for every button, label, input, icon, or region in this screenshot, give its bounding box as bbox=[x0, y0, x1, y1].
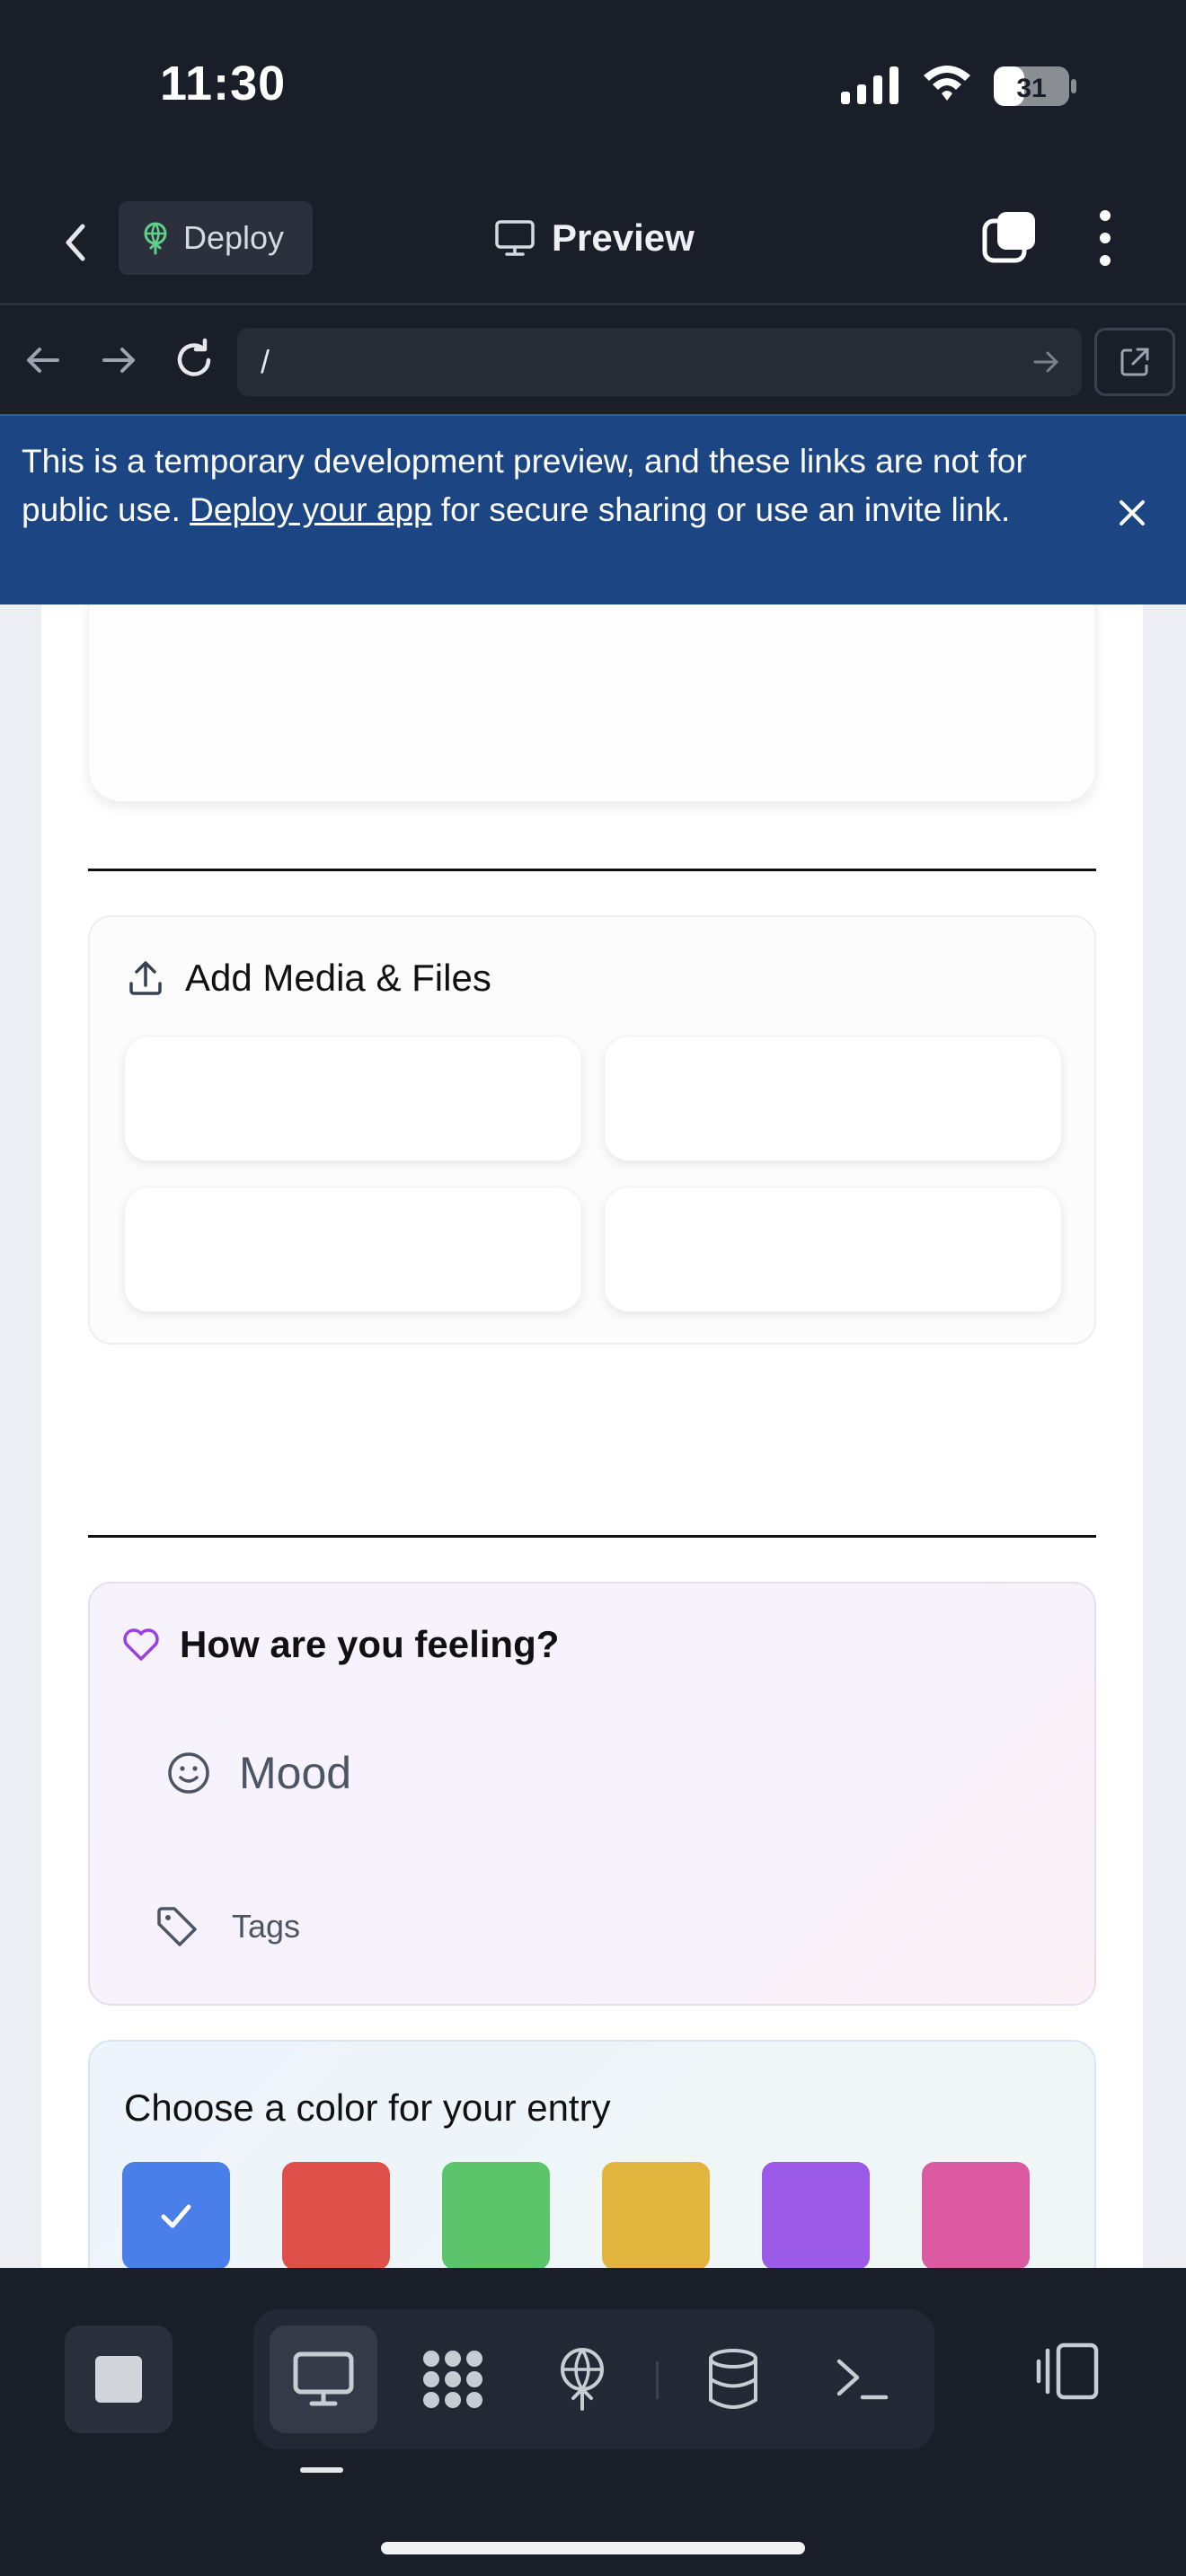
refresh-icon[interactable] bbox=[169, 335, 219, 385]
section-divider bbox=[88, 869, 1096, 871]
go-arrow-icon[interactable] bbox=[1030, 346, 1062, 378]
media-section: Add Media & Files bbox=[88, 915, 1096, 1345]
deploy-app-link[interactable]: Deploy your app bbox=[190, 491, 431, 528]
entry-editor-card[interactable] bbox=[88, 604, 1096, 802]
banner-text-2: for secure sharing or use an invite link… bbox=[431, 491, 1011, 528]
preview-tab[interactable]: Preview bbox=[494, 207, 695, 269]
status-time: 11:30 bbox=[160, 57, 287, 110]
deploy-globe-icon bbox=[144, 222, 167, 255]
mood-selector[interactable]: Mood bbox=[165, 1742, 351, 1804]
deploy-tool-button[interactable] bbox=[528, 2325, 636, 2433]
color-swatch-red[interactable] bbox=[282, 2162, 390, 2268]
deploy-label: Deploy bbox=[183, 219, 285, 256]
toolbar-separator bbox=[656, 2361, 659, 2399]
feeling-header: How are you feeling? bbox=[122, 1618, 559, 1672]
page-title: Preview bbox=[552, 216, 695, 259]
active-tab-indicator bbox=[300, 2467, 343, 2473]
stop-icon bbox=[95, 2356, 142, 2403]
deploy-button[interactable]: Deploy bbox=[119, 201, 313, 275]
check-icon bbox=[161, 2204, 191, 2228]
bottom-toolbar bbox=[0, 2268, 1186, 2576]
agents-icon bbox=[423, 2351, 482, 2408]
database-icon bbox=[709, 2349, 757, 2409]
terminal-icon bbox=[836, 2359, 889, 2400]
color-swatch-blue[interactable] bbox=[122, 2162, 230, 2268]
battery-icon: 31 bbox=[994, 66, 1076, 106]
browser-toolbar: / bbox=[0, 308, 1186, 414]
media-option-button[interactable] bbox=[124, 1187, 582, 1312]
signal-icon bbox=[841, 66, 898, 104]
external-link-icon bbox=[1120, 348, 1149, 376]
stop-button[interactable] bbox=[65, 2325, 173, 2433]
media-option-button[interactable] bbox=[604, 1036, 1062, 1161]
database-tool-button[interactable] bbox=[679, 2325, 787, 2433]
color-swatch-yellow[interactable] bbox=[602, 2162, 710, 2268]
deploy-globe-icon bbox=[561, 2348, 604, 2411]
arrow-left-icon[interactable] bbox=[18, 335, 68, 385]
battery-level: 31 bbox=[1016, 74, 1046, 103]
color-swatch-pink[interactable] bbox=[922, 2162, 1030, 2268]
open-external-button[interactable] bbox=[1094, 328, 1175, 396]
preview-viewport: Add Media & Files How are you feeling? M… bbox=[0, 604, 1186, 2268]
more-vertical-icon[interactable] bbox=[1087, 207, 1123, 269]
status-bar: 11:30 31 bbox=[0, 0, 1186, 171]
tags-label: Tags bbox=[232, 1908, 301, 1945]
journal-page: Add Media & Files How are you feeling? M… bbox=[41, 604, 1143, 2268]
monitor-icon bbox=[293, 2351, 354, 2406]
color-picker-section: Choose a color for your entry bbox=[88, 2040, 1096, 2268]
apps-tool-button[interactable] bbox=[399, 2325, 507, 2433]
color-swatch-purple[interactable] bbox=[762, 2162, 870, 2268]
mood-label: Mood bbox=[239, 1748, 352, 1798]
upload-icon bbox=[129, 961, 162, 995]
split-layout-icon[interactable] bbox=[1031, 2336, 1103, 2408]
shell-tool-button[interactable] bbox=[809, 2325, 916, 2433]
color-swatch-green[interactable] bbox=[442, 2162, 550, 2268]
media-header: Add Media & Files bbox=[126, 953, 491, 1003]
wifi-icon bbox=[924, 66, 970, 101]
url-input[interactable]: / bbox=[237, 328, 1082, 396]
close-icon[interactable] bbox=[1112, 493, 1152, 533]
feeling-section: How are you feeling? Mood Tags bbox=[88, 1582, 1096, 2006]
app-header: Deploy Preview bbox=[0, 171, 1186, 305]
media-option-button[interactable] bbox=[124, 1036, 582, 1161]
monitor-icon bbox=[495, 220, 535, 256]
media-option-button[interactable] bbox=[604, 1187, 1062, 1312]
smile-icon bbox=[168, 1752, 209, 1794]
media-title-text: Add Media & Files bbox=[185, 957, 491, 999]
color-picker-title: Choose a color for your entry bbox=[124, 2086, 611, 2129]
home-indicator bbox=[381, 2542, 805, 2554]
tabs-icon[interactable] bbox=[981, 208, 1039, 266]
feeling-title: How are you feeling? bbox=[180, 1623, 560, 1665]
section-divider bbox=[88, 1535, 1096, 1538]
heart-icon bbox=[123, 1628, 159, 1661]
back-chevron-icon[interactable] bbox=[54, 216, 97, 269]
preview-tool-button[interactable] bbox=[270, 2325, 377, 2433]
arrow-right-icon[interactable] bbox=[93, 335, 144, 385]
tag-icon bbox=[157, 1907, 197, 1946]
dev-preview-banner: This is a temporary development preview,… bbox=[0, 414, 1186, 604]
tags-selector[interactable]: Tags bbox=[155, 1900, 300, 1954]
url-text: / bbox=[261, 343, 270, 380]
workspace-tool-group bbox=[253, 2309, 934, 2449]
